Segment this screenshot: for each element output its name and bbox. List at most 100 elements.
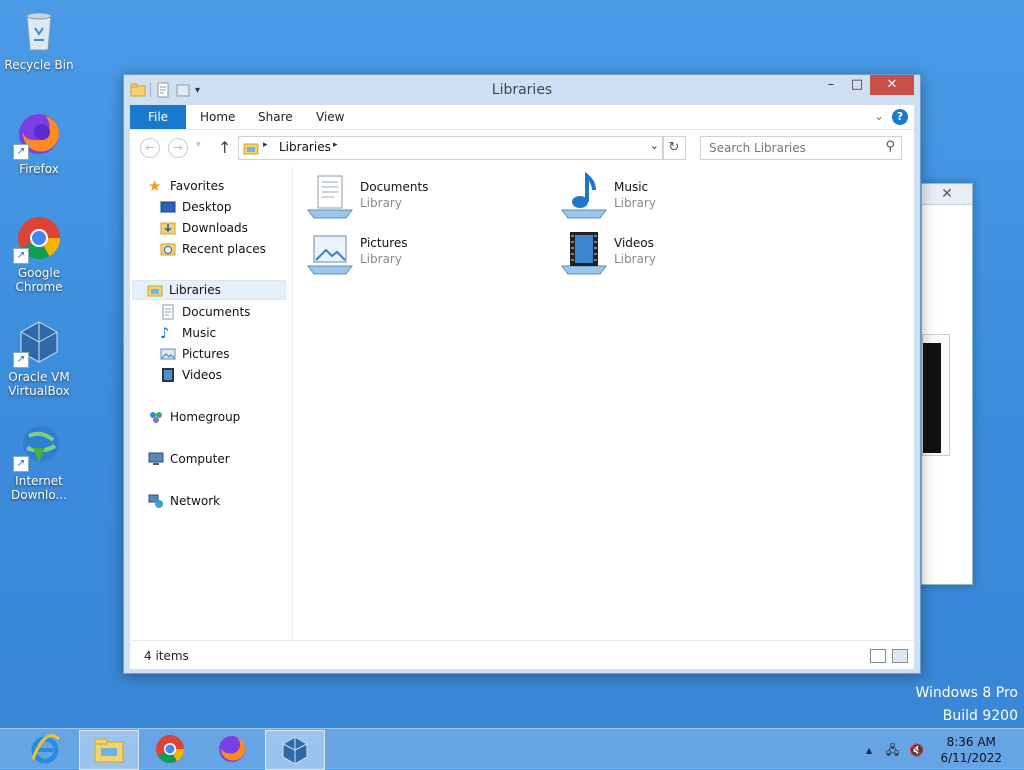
nav-homegroup[interactable]: Homegroup <box>148 407 240 427</box>
taskbar-file-explorer[interactable] <box>79 730 139 770</box>
nav-label: Computer <box>170 452 230 466</box>
nav-label: Homegroup <box>170 410 241 424</box>
videos-icon <box>162 368 174 382</box>
help-icon[interactable]: ? <box>892 109 908 125</box>
breadcrumb-separator-icon[interactable]: ▸ <box>263 140 268 150</box>
library-tile-documents[interactable]: Documents Library <box>306 172 546 220</box>
windows-edition-watermark: Windows 8 Pro <box>915 685 1018 701</box>
nav-desktop[interactable]: Desktop <box>160 197 232 217</box>
content-area: ★ Favorites Desktop Downloads Recent pla… <box>130 166 914 640</box>
desktop-icon-label: Firefox <box>19 162 59 176</box>
search-input[interactable] <box>707 137 881 159</box>
system-tray: ▴ 🖧 🔇 <box>866 741 924 762</box>
library-type: Library <box>360 252 402 266</box>
library-tile-videos[interactable]: Videos Library <box>560 228 800 276</box>
background-window-close-button[interactable]: ✕ <box>932 186 962 202</box>
taskbar-firefox[interactable] <box>203 730 261 768</box>
forward-button[interactable]: → <box>168 138 188 158</box>
nav-label: Desktop <box>182 200 232 214</box>
network-icon <box>148 494 163 508</box>
nav-network[interactable]: Network <box>148 491 220 511</box>
firefox-icon <box>219 736 245 762</box>
show-hidden-icons-chevron-up-icon[interactable]: ▴ <box>866 743 872 757</box>
search-box[interactable]: ⚲ <box>700 136 902 160</box>
documents-library-icon <box>307 175 353 219</box>
network-status-icon[interactable]: 🖧 <box>886 743 899 757</box>
taskbar-virtualbox[interactable] <box>265 730 325 770</box>
videos-library-icon <box>561 232 607 275</box>
address-dropdown-chevron-down-icon[interactable]: ⌄ <box>650 139 659 152</box>
title-bar[interactable]: ▾ Libraries – □ ✕ <box>124 75 920 105</box>
volume-muted-icon[interactable]: 🔇 <box>909 743 924 757</box>
file-explorer-icon <box>94 738 124 763</box>
breadcrumb-chevron-icon[interactable]: ▸ <box>333 140 338 150</box>
firefox-icon: ↗ <box>13 110 63 160</box>
nav-computer[interactable]: Computer <box>148 449 230 469</box>
desktop-icon-label-line2: Downlo... <box>11 488 67 502</box>
navigation-pane: ★ Favorites Desktop Downloads Recent pla… <box>130 166 293 640</box>
library-tile-pictures[interactable]: Pictures Library <box>306 228 546 276</box>
search-icon[interactable]: ⚲ <box>885 139 895 154</box>
refresh-button[interactable]: ↻ <box>662 136 686 160</box>
explorer-window[interactable]: ▾ Libraries – □ ✕ File Home Share View ⌄… <box>123 74 921 674</box>
maximize-button[interactable]: □ <box>844 75 870 95</box>
nav-videos[interactable]: Videos <box>160 365 222 385</box>
virtualbox-icon <box>282 736 308 765</box>
minimize-button[interactable]: – <box>818 75 844 95</box>
nav-downloads[interactable]: Downloads <box>160 218 248 238</box>
desktop-icon-label-line2: Chrome <box>15 280 63 294</box>
background-window[interactable]: ✕ <box>921 183 973 585</box>
desktop-icon-virtualbox[interactable]: ↗ Oracle VM VirtualBox <box>4 318 74 398</box>
clock[interactable]: 8:36 AM 6/11/2022 <box>940 734 1002 766</box>
computer-icon <box>148 452 164 465</box>
library-name: Videos <box>614 236 654 250</box>
recent-places-icon <box>160 243 176 256</box>
library-type: Library <box>614 252 656 266</box>
shortcut-arrow-icon: ↗ <box>13 352 29 368</box>
desktop-icon-internet-download-manager[interactable]: ↗ Internet Downlo... <box>4 422 74 502</box>
back-button[interactable]: ← <box>140 138 160 158</box>
taskbar-google-chrome[interactable] <box>141 730 199 768</box>
desktop-icon-recycle-bin[interactable]: Recycle Bin <box>4 6 74 72</box>
pictures-library-icon <box>307 235 353 275</box>
ribbon-tabs: File Home Share View ⌄ ? <box>130 105 914 130</box>
library-type: Library <box>360 196 402 210</box>
expand-ribbon-chevron-down-icon[interactable]: ⌄ <box>874 109 884 123</box>
nav-music[interactable]: ♪ Music <box>160 323 216 343</box>
recent-locations-chevron-down-icon[interactable]: ▾ <box>196 140 201 150</box>
taskbar-internet-explorer[interactable] <box>16 730 74 768</box>
library-tile-music[interactable]: Music Library <box>560 172 800 220</box>
nav-favorites[interactable]: ★ Favorites <box>148 176 224 196</box>
address-bar[interactable]: ▸ Libraries ▸ ⌄ <box>238 136 664 160</box>
star-icon: ★ <box>148 177 162 195</box>
library-type: Library <box>614 196 656 210</box>
pictures-icon <box>160 348 176 360</box>
tab-home[interactable]: Home <box>200 105 235 129</box>
desktop-icon-google-chrome[interactable]: ↗ Google Chrome <box>4 214 74 294</box>
shortcut-arrow-icon: ↗ <box>13 144 29 160</box>
desktop-icon-firefox[interactable]: ↗ Firefox <box>4 110 74 176</box>
taskbar: ▴ 🖧 🔇 8:36 AM 6/11/2022 <box>0 728 1024 770</box>
nav-documents[interactable]: Documents <box>160 302 250 322</box>
nav-pictures[interactable]: Pictures <box>160 344 230 364</box>
item-count: 4 items <box>144 649 189 663</box>
desktop-icon-label-line1: Google <box>17 266 61 280</box>
desktop-icon-label: Recycle Bin <box>4 58 74 72</box>
details-view-icon[interactable] <box>870 649 886 663</box>
nav-recent-places[interactable]: Recent places <box>160 239 266 259</box>
large-icons-view-icon[interactable] <box>892 649 908 663</box>
shortcut-arrow-icon: ↗ <box>13 248 29 264</box>
library-name: Pictures <box>360 236 408 250</box>
nav-libraries[interactable]: Libraries <box>132 280 286 300</box>
internet-download-manager-icon: ↗ <box>13 422 63 472</box>
tab-view[interactable]: View <box>316 105 344 129</box>
up-button[interactable]: ↑ <box>218 138 231 157</box>
window-title: Libraries <box>491 82 553 98</box>
tab-share[interactable]: Share <box>258 105 293 129</box>
homegroup-icon <box>150 412 162 423</box>
tab-file[interactable]: File <box>130 105 186 129</box>
documents-icon <box>162 304 174 320</box>
background-window-panel <box>922 334 950 456</box>
close-button[interactable]: ✕ <box>870 75 914 95</box>
address-path[interactable]: Libraries <box>279 140 331 154</box>
